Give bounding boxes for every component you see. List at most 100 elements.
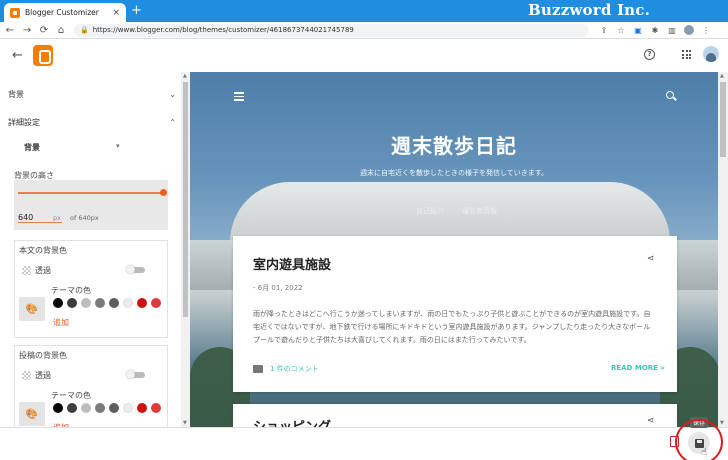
- preview-scrollbar[interactable]: ▲ ▼: [718, 72, 728, 427]
- color-swatch[interactable]: [123, 298, 133, 308]
- comments-link[interactable]: 1 件のコメント: [270, 364, 319, 374]
- blog-title[interactable]: 週末散歩日記: [190, 130, 718, 159]
- tab-close-icon[interactable]: ×: [112, 8, 120, 18]
- section-label: 背景: [8, 89, 24, 99]
- color-swatch[interactable]: [81, 298, 91, 308]
- height-unit: px: [53, 214, 61, 222]
- section-background[interactable]: 背景 ⌄: [8, 87, 176, 101]
- post-title[interactable]: ショッピング: [253, 416, 331, 427]
- tab-title: Blogger Customizer: [25, 8, 99, 17]
- height-slider-track[interactable]: [18, 192, 166, 194]
- palette-icon[interactable]: 🎨: [19, 297, 45, 321]
- swatch-row: [53, 298, 161, 308]
- transparent-label: 透過: [35, 266, 51, 275]
- url-text: https://www.blogger.com/blog/themes/cust…: [92, 26, 354, 34]
- preview-scroll-thumb[interactable]: [720, 82, 726, 157]
- kebab-menu-icon[interactable]: ⋮: [701, 26, 711, 35]
- color-swatch[interactable]: [53, 403, 63, 413]
- panel-scroll-thumb[interactable]: [183, 82, 188, 317]
- scroll-down-icon[interactable]: ▼: [720, 420, 724, 426]
- scroll-up-icon[interactable]: ▲: [183, 73, 187, 79]
- lock-icon[interactable]: 🔒: [80, 26, 89, 34]
- browser-titlebar: Blogger Customizer × + Buzzword Inc.: [0, 0, 728, 22]
- body-bg-color-card: 本文の背景色 透過 🎨 テーマの色 追加: [14, 240, 168, 338]
- color-swatch[interactable]: [109, 298, 119, 308]
- color-swatch[interactable]: [95, 403, 105, 413]
- color-swatch[interactable]: [67, 298, 77, 308]
- forward-arrow-icon[interactable]: →: [20, 25, 34, 36]
- star-icon[interactable]: ☆: [616, 26, 626, 35]
- sidepanel-icon[interactable]: ▥: [667, 26, 677, 35]
- blogger-header: ← ?: [0, 40, 728, 72]
- user-avatar[interactable]: [703, 46, 719, 62]
- swatch-row: [53, 403, 161, 413]
- hand-cursor-icon: ☝: [701, 447, 708, 458]
- transparent-icon: [22, 371, 31, 380]
- scroll-up-icon[interactable]: ▲: [720, 73, 724, 79]
- share-icon[interactable]: ⇪: [599, 26, 609, 35]
- chevron-down-icon: ⌄: [169, 89, 176, 99]
- color-swatch[interactable]: [151, 403, 161, 413]
- nav-link[interactable]: 運営者情報: [462, 206, 497, 216]
- post-date: - 6月 01, 2022: [253, 284, 303, 292]
- hamburger-menu-icon[interactable]: [234, 92, 244, 101]
- post-title[interactable]: 室内遊具施設: [253, 254, 331, 273]
- address-toolbar: ← → ⟳ ⌂ 🔒 https://www.blogger.com/blog/t…: [0, 22, 728, 39]
- palette-icon[interactable]: 🎨: [19, 402, 45, 426]
- scroll-down-icon[interactable]: ▼: [183, 420, 187, 426]
- watermark: Buzzword Inc.: [528, 1, 651, 19]
- share-icon[interactable]: ⋖: [647, 254, 655, 264]
- read-more-link[interactable]: READ MORE »: [611, 364, 665, 372]
- extension-icon[interactable]: ▣: [633, 26, 643, 35]
- browser-tab[interactable]: Blogger Customizer ×: [4, 3, 126, 22]
- blog-description: 週末に自宅近くを散歩したときの様子を発信していきます。: [359, 169, 549, 177]
- add-color-link[interactable]: 追加: [53, 317, 69, 328]
- profile-avatar-icon[interactable]: [684, 25, 694, 35]
- color-swatch[interactable]: [137, 298, 147, 308]
- section-label: 詳細設定: [8, 117, 40, 127]
- back-arrow-icon[interactable]: ←: [3, 25, 17, 36]
- chevron-up-icon: ⌃: [169, 117, 176, 127]
- color-swatch[interactable]: [53, 298, 63, 308]
- transparent-toggle[interactable]: [126, 265, 145, 274]
- theme-color-label: テーマの色: [51, 391, 91, 400]
- comment-icon: [253, 365, 263, 373]
- home-icon[interactable]: ⌂: [54, 25, 68, 36]
- blog-nav: 自己紹介 運営者情報: [416, 206, 497, 216]
- color-swatch[interactable]: [81, 403, 91, 413]
- bottom-bar: [0, 427, 728, 460]
- back-icon[interactable]: ←: [12, 48, 23, 63]
- color-swatch[interactable]: [123, 403, 133, 413]
- address-bar[interactable]: 🔒 https://www.blogger.com/blog/themes/cu…: [74, 23, 589, 37]
- blogger-favicon-icon: [10, 7, 20, 18]
- puzzle-icon[interactable]: ✱: [650, 26, 660, 35]
- color-swatch[interactable]: [151, 298, 161, 308]
- color-swatch[interactable]: [67, 403, 77, 413]
- blog-preview: 週末散歩日記 週末に自宅近くを散歩したときの様子を発信していきます。 自己紹介 …: [190, 72, 718, 427]
- blogger-logo-icon[interactable]: [33, 45, 53, 66]
- height-slider-handle[interactable]: [160, 189, 167, 196]
- help-icon[interactable]: ?: [644, 49, 655, 60]
- height-max: of 640px: [70, 214, 99, 222]
- post-card: ショッピング ⋖: [233, 404, 677, 427]
- apps-grid-icon[interactable]: [682, 50, 691, 59]
- color-swatch[interactable]: [95, 298, 105, 308]
- section-advanced[interactable]: 詳細設定 ⌃: [8, 115, 176, 129]
- nav-link[interactable]: 自己紹介: [416, 206, 444, 216]
- color-swatch[interactable]: [109, 403, 119, 413]
- post-card: 室内遊具施設 ⋖ - 6月 01, 2022 雨が降ったときはどこへ行こうか迷っ…: [233, 236, 677, 392]
- transparent-icon: [22, 266, 31, 275]
- new-tab-button[interactable]: +: [131, 3, 142, 19]
- color-swatch[interactable]: [137, 403, 147, 413]
- dropdown-arrow-icon[interactable]: ▾: [116, 142, 120, 150]
- share-icon[interactable]: ⋖: [647, 416, 655, 426]
- search-icon[interactable]: [666, 91, 674, 99]
- card-title: 本文の背景色: [19, 246, 67, 255]
- panel-scrollbar[interactable]: ▲ ▼: [181, 72, 190, 427]
- theme-color-label: テーマの色: [51, 286, 91, 295]
- card-title: 投稿の背景色: [19, 351, 67, 360]
- reload-icon[interactable]: ⟳: [37, 25, 51, 36]
- advanced-select[interactable]: 背景: [24, 142, 40, 153]
- transparent-label: 透過: [35, 371, 51, 380]
- transparent-toggle[interactable]: [126, 370, 145, 379]
